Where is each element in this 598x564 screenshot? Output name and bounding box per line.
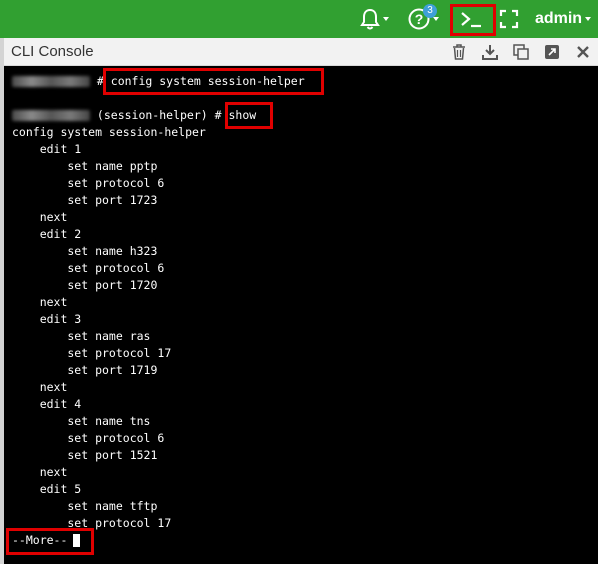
cli-console-header: CLI Console <box>4 38 598 66</box>
output-line: set protocol 6 <box>12 431 165 445</box>
chevron-down-icon <box>432 17 439 21</box>
copy-button[interactable] <box>512 43 530 61</box>
hostname-redacted <box>12 76 90 87</box>
output-line: next <box>12 380 68 394</box>
output-line: edit 3 <box>12 312 82 326</box>
command-text: show <box>228 108 257 122</box>
popout-button[interactable] <box>543 43 561 61</box>
output-line: edit 1 <box>12 142 82 156</box>
output-line: set name h323 <box>12 244 158 258</box>
help-button[interactable]: ? <box>403 0 443 38</box>
output-line: set name pptp <box>12 159 158 173</box>
more-prompt: --More-- <box>12 533 68 547</box>
command-text: config system session-helper <box>110 74 305 88</box>
output-line: next <box>12 465 68 479</box>
popout-icon <box>545 45 559 59</box>
output-line: edit 2 <box>12 227 82 241</box>
fullscreen-button[interactable] <box>496 0 522 38</box>
notifications-button[interactable] <box>355 0 393 38</box>
cli-console-button[interactable] <box>450 0 492 38</box>
output-line: next <box>12 210 68 224</box>
output-line: set port 1719 <box>12 363 158 377</box>
bell-icon <box>359 8 380 30</box>
terminal-icon <box>461 12 481 28</box>
output-line: edit 5 <box>12 482 82 496</box>
output-line: set port 1521 <box>12 448 158 462</box>
output-line: set port 1720 <box>12 278 158 292</box>
more-prompt-line: --More-- <box>12 532 81 549</box>
close-button[interactable] <box>574 43 592 61</box>
hostname-redacted <box>12 110 90 121</box>
prompt-suffix: (session-helper) # <box>90 108 229 122</box>
cli-terminal[interactable]: # config system session-helper (session-… <box>4 66 598 564</box>
output-line: set name tftp <box>12 499 158 513</box>
output-line: set protocol 6 <box>12 176 165 190</box>
output-line: edit 4 <box>12 397 82 411</box>
output-line: next <box>12 295 68 309</box>
clear-button[interactable] <box>450 43 468 61</box>
copy-icon <box>513 44 529 60</box>
output-line: set port 1723 <box>12 193 158 207</box>
prompt-suffix: # <box>90 74 111 88</box>
chevron-down-icon <box>382 17 389 21</box>
help-notification-badge: 3 <box>423 4 437 18</box>
svg-text:?: ? <box>414 11 423 27</box>
trash-icon <box>453 44 465 60</box>
output-line: set protocol 17 <box>12 346 172 360</box>
fullscreen-icon <box>499 9 519 29</box>
text-cursor <box>73 534 81 547</box>
panel-title: CLI Console <box>11 43 94 60</box>
download-icon <box>482 45 498 60</box>
admin-menu[interactable]: admin <box>532 0 594 38</box>
output-line: set name ras <box>12 329 151 343</box>
command-line-1: # config system session-helper <box>12 73 305 90</box>
command-line-2: (session-helper) # show <box>12 107 256 124</box>
output-line: set name tns <box>12 414 151 428</box>
output-line: set protocol 17 <box>12 516 172 530</box>
top-bar: ? 3 admin <box>0 0 598 38</box>
close-icon <box>577 46 589 58</box>
admin-label: admin <box>534 10 583 27</box>
chevron-down-icon <box>585 17 592 21</box>
output-line: set protocol 6 <box>12 261 165 275</box>
output-line: config system session-helper <box>12 125 206 139</box>
download-button[interactable] <box>481 43 499 61</box>
